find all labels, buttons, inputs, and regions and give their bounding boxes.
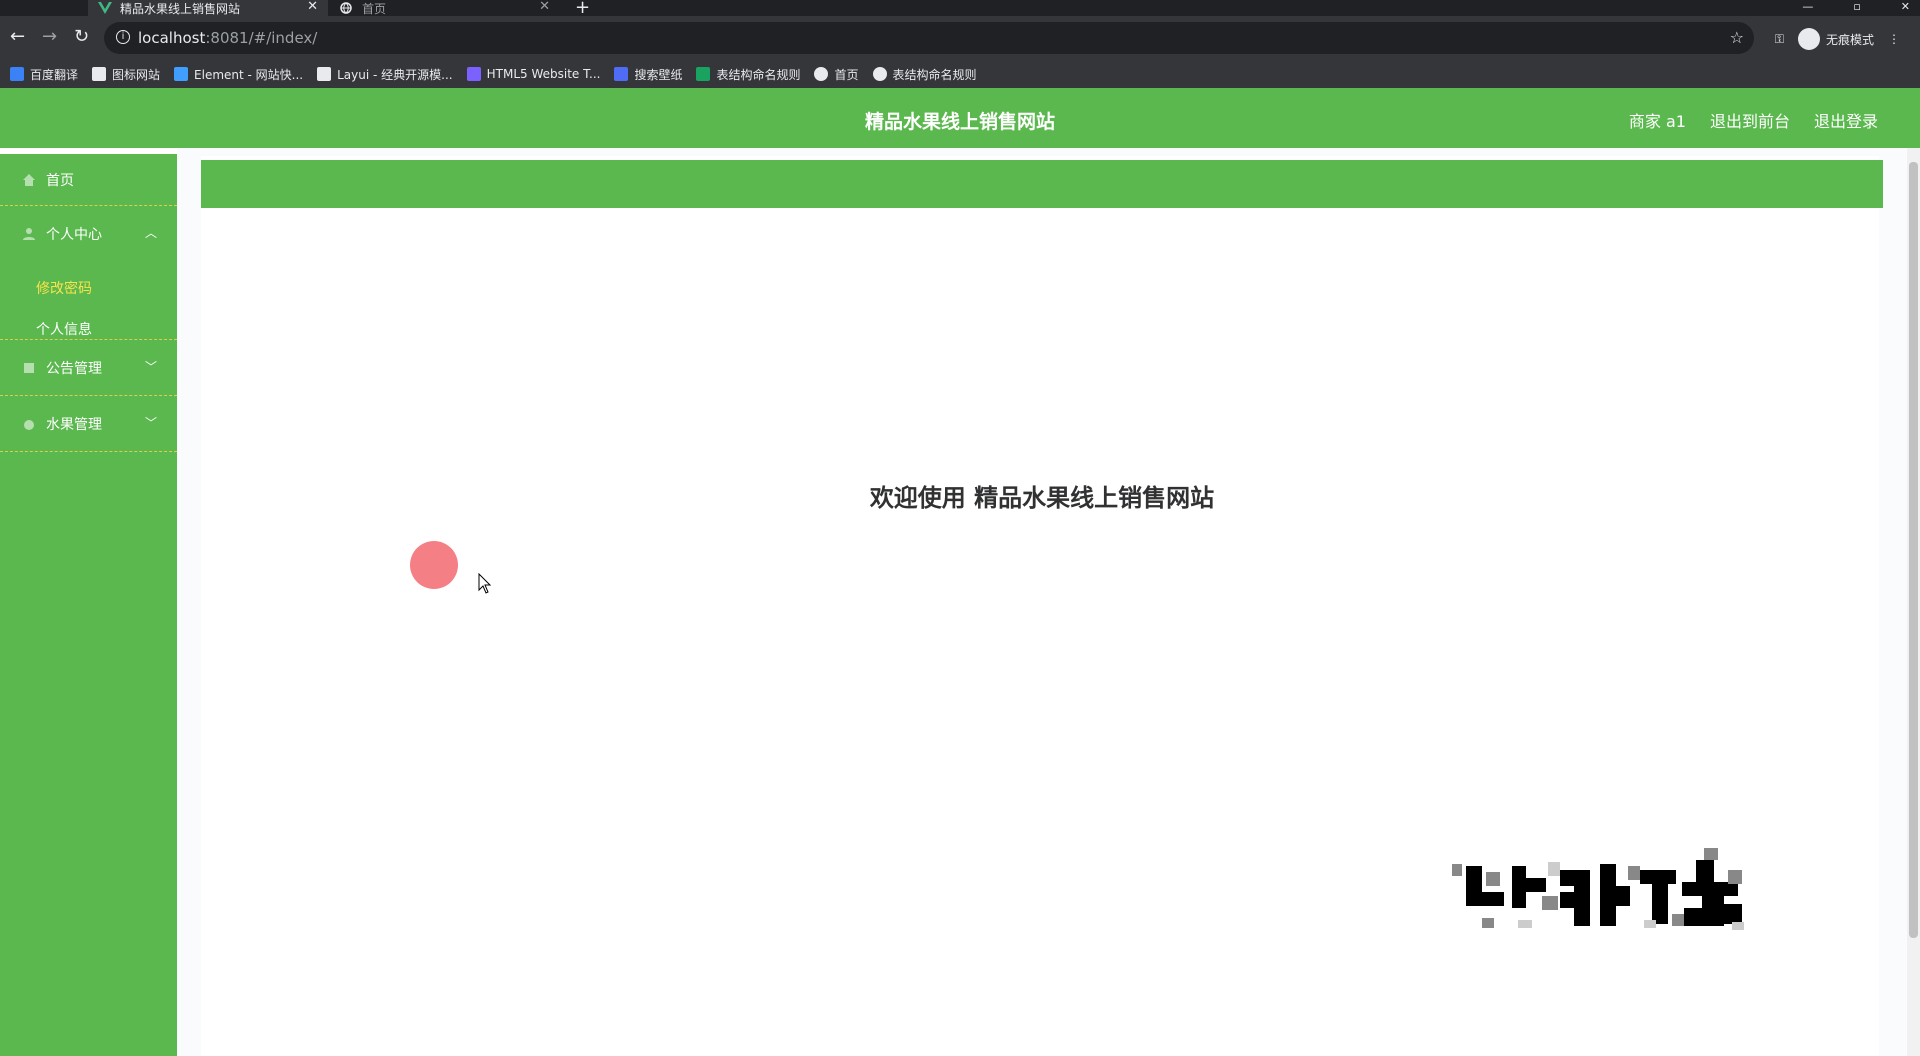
sidebar-item-label: 首页	[46, 172, 74, 189]
toolbar-right: ⚿ 无痕模式 ⋮	[1775, 28, 1900, 50]
globe-icon	[872, 67, 887, 81]
sidebar-item-label: 水果管理	[46, 416, 102, 433]
address-bar[interactable]: i localhost:8081/#/index/ ☆	[104, 22, 1754, 54]
bookmark-item[interactable]: Element - 网站快...	[174, 66, 303, 83]
flag-icon	[92, 67, 107, 81]
bookmark-label: 表结构命名规则	[892, 67, 977, 82]
sidebar-item-home[interactable]: 首页	[0, 154, 177, 206]
baidu-translate-icon	[10, 67, 24, 81]
minimize-icon[interactable]: —	[1802, 0, 1813, 13]
close-icon[interactable]: ✕	[539, 0, 550, 14]
incognito-label: 无痕模式	[1825, 32, 1874, 47]
close-icon[interactable]: ✕	[307, 0, 318, 14]
bookmark-label: 首页	[834, 67, 859, 82]
bookmarks-bar: 百度翻译 图标网站 Element - 网站快... Layui - 经典开源模…	[0, 60, 1920, 88]
globe-icon	[814, 67, 829, 81]
click-indicator	[410, 541, 458, 589]
url-path: :8081/#/index/	[205, 29, 318, 47]
sidebar-item-personal-center[interactable]: 个人中心 ︿	[0, 206, 177, 262]
bookmark-label: HTML5 Website T...	[486, 67, 601, 81]
notice-icon	[22, 361, 36, 375]
bookmark-item[interactable]: HTML5 Website T...	[466, 67, 601, 81]
url-host: localhost	[138, 29, 206, 47]
bookmark-item[interactable]: 表结构命名规则	[872, 66, 977, 83]
address-url: localhost:8081/#/index/	[138, 29, 317, 47]
logout-link[interactable]: 退出登录	[1814, 108, 1878, 132]
key-icon[interactable]: ⚿	[1775, 32, 1784, 47]
bookmark-label: 百度翻译	[30, 67, 79, 82]
header-links: 商家 a1 退出到前台 退出登录	[1629, 108, 1878, 132]
star-icon[interactable]: ☆	[1730, 28, 1744, 47]
sidebar-item-notice-management[interactable]: 公告管理 ﹀	[0, 340, 177, 396]
bookmark-label: 表结构命名规则	[716, 67, 801, 82]
merchant-user-link[interactable]: 商家 a1	[1629, 108, 1686, 132]
browser-tab-bar: 精品水果线上销售网站 ✕ 首页 ✕ + — ▫ ✕	[0, 0, 1920, 18]
bookmark-item[interactable]: 百度翻译	[10, 66, 78, 83]
bookmark-item[interactable]: 图标网站	[92, 66, 160, 83]
welcome-message: 欢迎使用 精品水果线上销售网站	[869, 484, 1215, 512]
browser-toolbar: ← → ↻ i localhost:8081/#/index/ ☆ ⚿ 无痕模式…	[0, 16, 1920, 60]
tab-title: 精品水果线上销售网站	[120, 1, 241, 16]
pixelated-watermark-logo	[1452, 848, 1744, 930]
sidebar: 首页 个人中心 ︿ 修改密码 个人信息 公告管理 ﹀ 水果管理 ﹀	[0, 154, 177, 1056]
bookmark-label: Element - 网站快...	[194, 67, 304, 82]
submenu-personal-info[interactable]: 个人信息	[0, 314, 177, 340]
breadcrumb-bar	[201, 160, 1883, 208]
info-icon[interactable]: i	[116, 30, 130, 44]
globe-icon	[340, 2, 354, 14]
bookmark-item[interactable]: 搜索壁纸	[614, 66, 682, 83]
bookmark-item[interactable]: Layui - 经典开源模...	[317, 66, 453, 83]
chevron-up-icon: ︿	[144, 226, 157, 240]
bookmark-label: Layui - 经典开源模...	[337, 67, 453, 82]
forward-arrow-icon[interactable]: →	[42, 28, 57, 46]
bookmark-label: 搜索壁纸	[634, 67, 683, 82]
submenu-change-password[interactable]: 修改密码	[0, 262, 177, 314]
fruit-icon	[22, 417, 36, 431]
close-window-icon[interactable]: ✕	[1901, 0, 1910, 13]
bookmark-item[interactable]: 表结构命名规则	[696, 66, 800, 83]
vue-icon	[98, 2, 112, 14]
incognito-indicator[interactable]: 无痕模式	[1797, 28, 1874, 50]
menu-dots-icon[interactable]: ⋮	[1888, 32, 1900, 46]
browser-tab-active[interactable]: 精品水果线上销售网站 ✕	[88, 0, 328, 16]
scrollbar-thumb[interactable]	[1909, 162, 1918, 938]
tab-title: 首页	[362, 1, 387, 16]
incognito-icon	[1797, 28, 1820, 50]
exit-to-frontend-link[interactable]: 退出到前台	[1710, 108, 1790, 132]
bookmark-item[interactable]: 首页	[814, 66, 859, 83]
element-icon	[174, 67, 189, 81]
wallpaper-icon	[614, 67, 629, 81]
sidebar-item-label: 个人中心	[46, 227, 102, 243]
sidebar-item-label: 公告管理	[46, 360, 102, 377]
html5-icon	[466, 67, 481, 81]
browser-tab-inactive[interactable]: 首页 ✕	[330, 0, 560, 16]
back-arrow-icon[interactable]: ←	[10, 28, 25, 46]
home-icon	[22, 173, 36, 187]
sheet-icon	[696, 67, 711, 81]
layui-icon	[317, 67, 332, 81]
window-controls: — ▫ ✕	[1802, 0, 1910, 13]
page-scrollbar[interactable]	[1907, 148, 1920, 1056]
bookmark-label: 图标网站	[112, 67, 161, 82]
chevron-down-icon: ﹀	[144, 360, 157, 374]
maximize-icon[interactable]: ▫	[1853, 0, 1860, 13]
mouse-cursor-icon	[478, 573, 492, 594]
reload-icon[interactable]: ↻	[74, 28, 89, 46]
user-icon	[22, 227, 36, 241]
sidebar-item-fruit-management[interactable]: 水果管理 ﹀	[0, 396, 177, 452]
app-header: 精品水果线上销售网站 商家 a1 退出到前台 退出登录	[0, 88, 1920, 148]
chevron-down-icon: ﹀	[144, 416, 157, 430]
